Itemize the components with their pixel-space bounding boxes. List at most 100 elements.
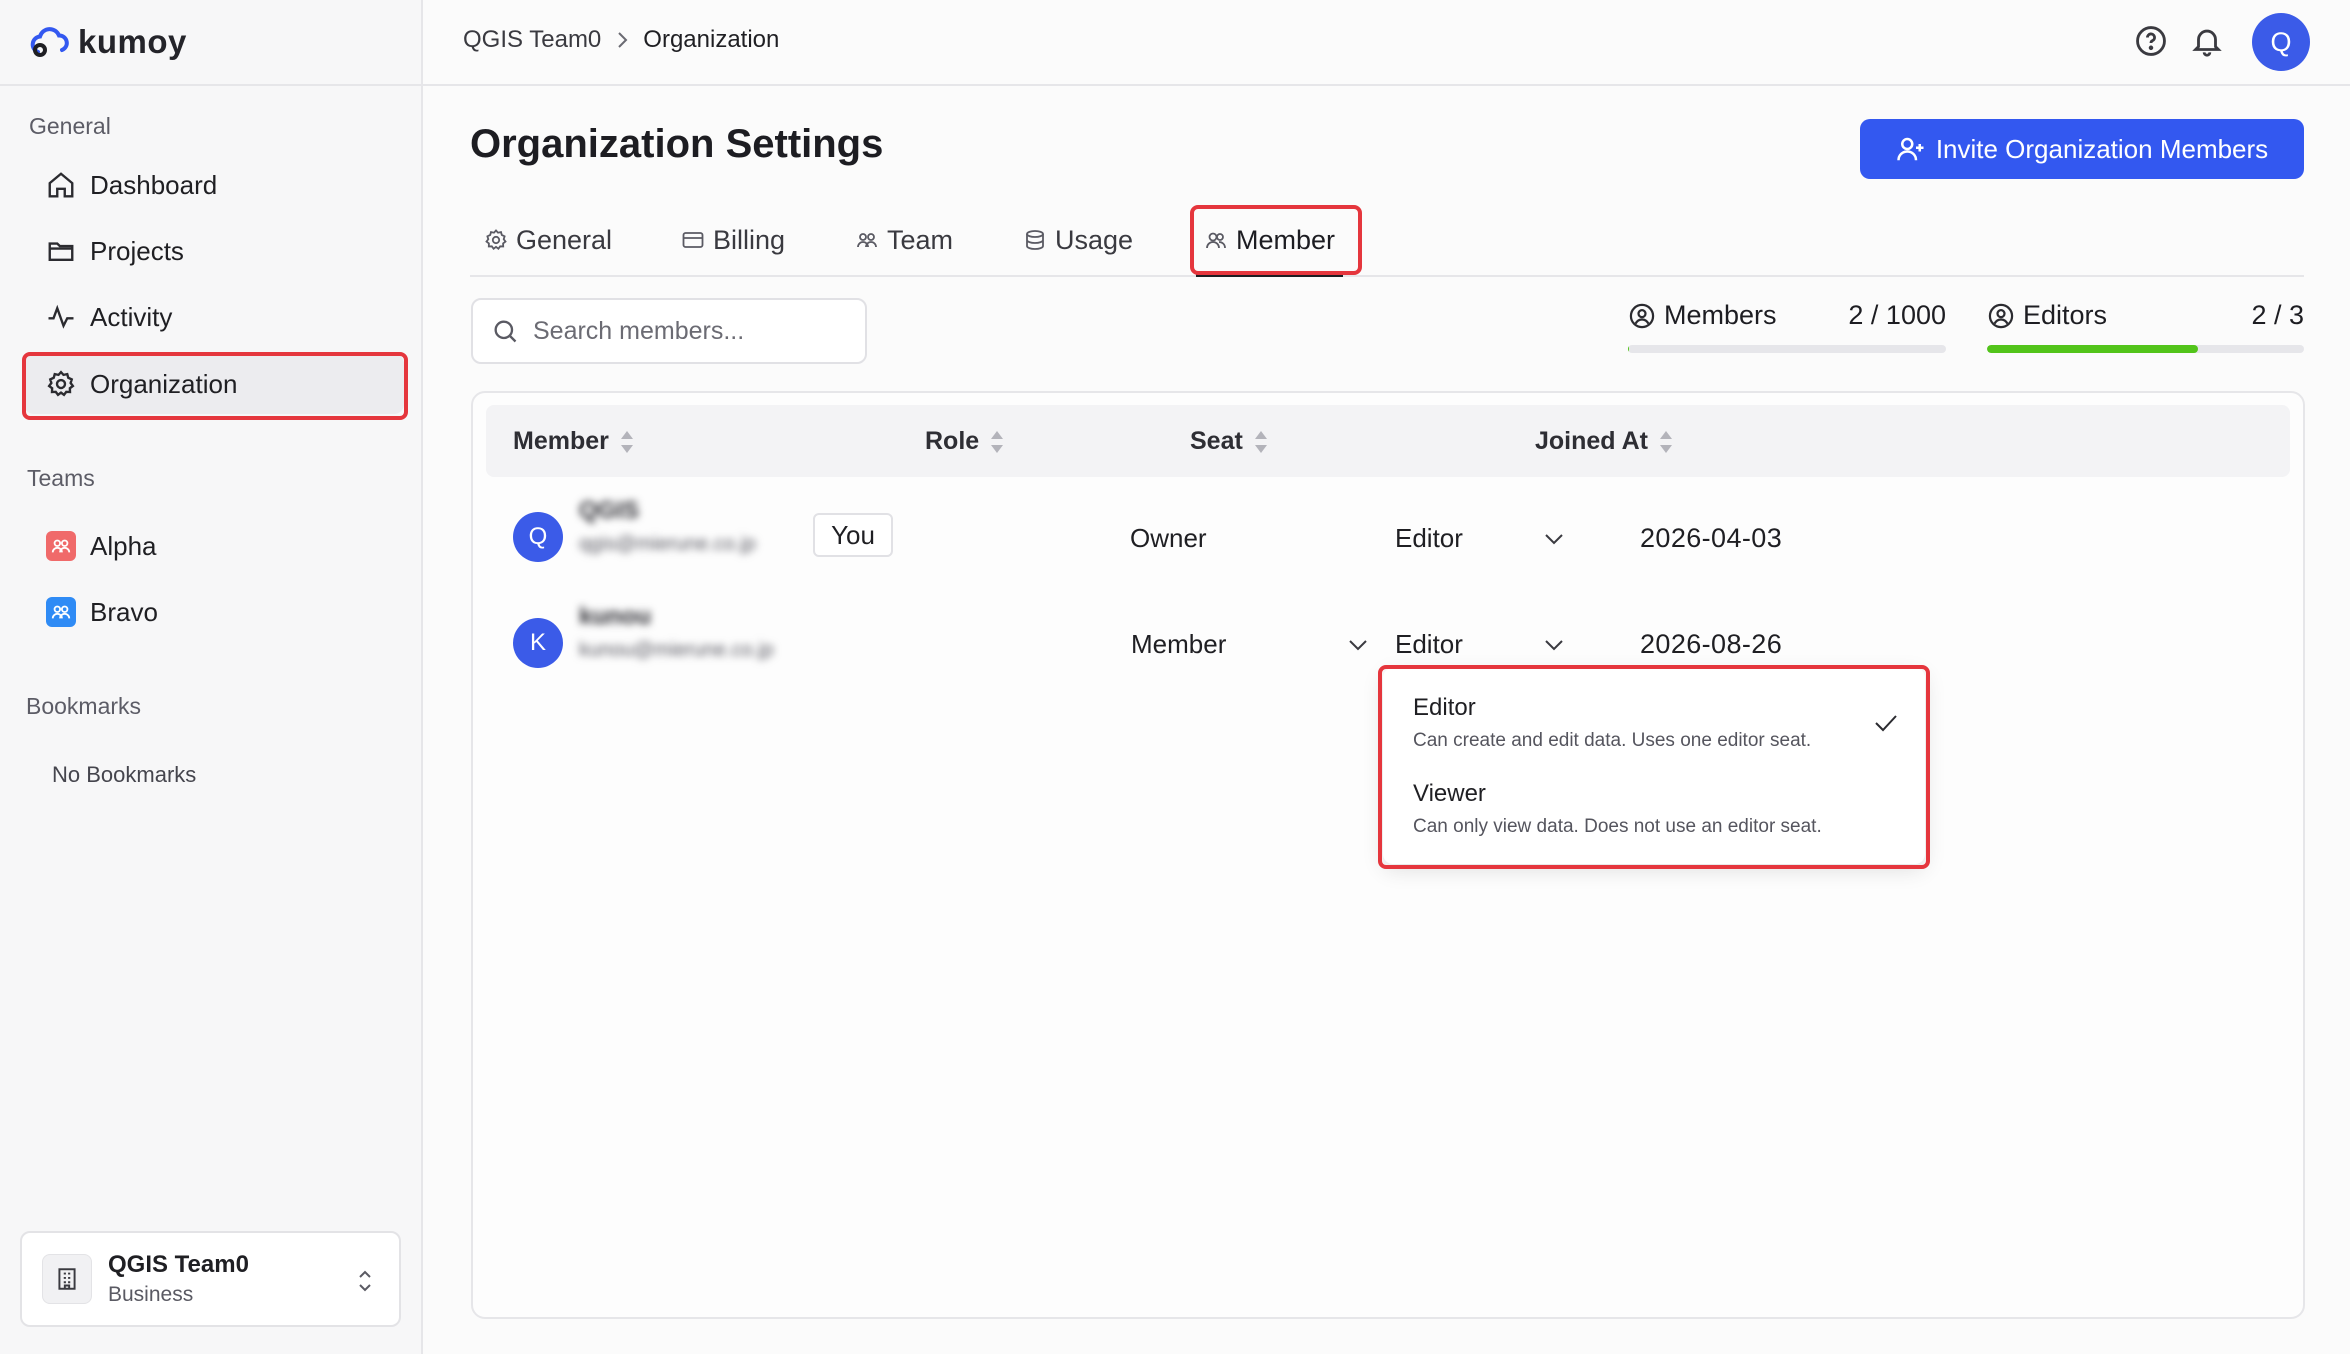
user-circle-icon xyxy=(1988,303,2014,328)
option-title: Viewer xyxy=(1413,780,1486,807)
settings-tabs: General Billing Team Usage Member xyxy=(470,205,2304,277)
team-bravo-icon xyxy=(46,597,76,627)
column-header-member[interactable]: Member xyxy=(513,427,635,456)
search-field[interactable] xyxy=(471,298,867,364)
members-progress-bar xyxy=(1628,345,1946,353)
cloud-logo-icon xyxy=(30,27,69,57)
tab-label: Usage xyxy=(1055,224,1134,255)
column-header-role[interactable]: Role xyxy=(925,427,1005,456)
user-plus-icon xyxy=(1897,137,1924,161)
sort-icon xyxy=(1659,430,1672,453)
tab-label: General xyxy=(516,224,613,255)
sidebar-divider xyxy=(0,84,421,86)
table-row: Q QGIS qgis@mierune.co.jp You Owner Edit… xyxy=(473,487,2303,587)
member-email: qgis@mierune.co.jp xyxy=(579,533,757,555)
credit-card-icon xyxy=(682,232,704,248)
team-alpha-icon xyxy=(46,531,76,561)
sidebar-item-projects[interactable]: Projects xyxy=(24,221,404,281)
sidebar-team-bravo[interactable]: Bravo xyxy=(24,582,404,642)
role-select-value[interactable]: Member xyxy=(1131,629,1226,660)
member-name: QGIS xyxy=(579,497,640,524)
chevron-down-icon[interactable] xyxy=(1542,529,1566,549)
kumoy-logo[interactable]: kumoy xyxy=(28,18,187,66)
user-circle-icon xyxy=(1629,303,1655,328)
invite-members-button[interactable]: Invite Organization Members xyxy=(1860,119,2304,179)
sidebar-item-activity[interactable]: Activity xyxy=(24,287,404,347)
topbar: QGIS Team0 Organization xyxy=(423,0,2350,86)
member-avatar: K xyxy=(513,618,563,668)
search-input[interactable] xyxy=(533,316,833,346)
tab-billing[interactable]: Billing xyxy=(681,205,785,275)
home-icon xyxy=(48,172,74,198)
member-name: kunou xyxy=(579,603,651,630)
workspace-plan: Business xyxy=(108,1283,194,1306)
editors-stat-value: 2 / 3 xyxy=(2251,300,2304,330)
logo-text: kumoy xyxy=(78,23,187,60)
section-label-bookmarks: Bookmarks xyxy=(26,693,142,719)
section-label-teams: Teams xyxy=(27,465,95,491)
section-label-general: General xyxy=(29,113,111,139)
option-description: Can create and edit data. Uses one edito… xyxy=(1413,730,1812,751)
sort-icon xyxy=(991,430,1004,453)
seat-select-value[interactable]: Editor xyxy=(1395,629,1463,660)
sidebar-item-label: Bravo xyxy=(90,596,158,627)
joined-date: 2026-08-26 xyxy=(1640,629,1783,659)
database-icon xyxy=(1026,230,1044,250)
user-avatar[interactable]: Q xyxy=(2252,13,2310,71)
tab-label: Member xyxy=(1236,224,1336,255)
building-icon xyxy=(42,1254,92,1304)
members-stat-label: Members xyxy=(1664,300,1777,330)
sidebar-item-label: Organization xyxy=(90,368,238,399)
breadcrumb-item-current: Organization xyxy=(643,26,780,53)
chevron-down-icon[interactable] xyxy=(1346,635,1370,655)
check-icon xyxy=(1873,712,1899,734)
workspace-switcher[interactable]: QGIS Team0 Business xyxy=(20,1231,401,1327)
sidebar-item-label: Activity xyxy=(90,301,173,332)
sidebar-item-dashboard[interactable]: Dashboard xyxy=(24,155,404,215)
tab-label: Billing xyxy=(713,224,786,255)
workspace-name: QGIS Team0 xyxy=(108,1251,249,1278)
folder-icon xyxy=(48,242,74,261)
invite-button-label: Invite Organization Members xyxy=(1935,133,2269,164)
chevron-up-down-icon xyxy=(353,1265,377,1297)
search-icon xyxy=(494,320,517,343)
table-header: Member Role Seat Joined At xyxy=(486,405,2290,477)
chevron-right-icon xyxy=(618,32,628,48)
page-title: Organization Settings xyxy=(470,122,884,166)
seat-dropdown-menu: Editor Can create and edit data. Uses on… xyxy=(1383,668,1925,864)
breadcrumb: QGIS Team0 Organization xyxy=(463,26,779,54)
editors-stat-label: Editors xyxy=(2023,300,2108,330)
option-description: Can only view data. Does not use an edit… xyxy=(1413,816,1822,837)
tab-team[interactable]: Team xyxy=(855,205,953,275)
seat-select-value[interactable]: Editor xyxy=(1395,523,1463,554)
member-email: kunou@mierune.co.jp xyxy=(579,639,774,661)
member-role: Owner xyxy=(1130,523,1207,553)
seat-option-editor[interactable]: Editor Can create and edit data. Uses on… xyxy=(1413,694,1811,752)
sidebar-item-label: Dashboard xyxy=(90,169,218,200)
no-bookmarks-text: No Bookmarks xyxy=(52,762,197,787)
sidebar-team-alpha[interactable]: Alpha xyxy=(24,516,404,576)
chevron-down-icon[interactable] xyxy=(1542,635,1566,655)
gear-icon xyxy=(47,370,75,397)
bell-icon[interactable] xyxy=(2190,24,2226,60)
editors-progress-fill xyxy=(1987,345,2199,353)
tab-general[interactable]: General xyxy=(484,205,612,275)
tab-member[interactable]: Member xyxy=(1195,205,1344,277)
sort-icon xyxy=(1254,430,1267,453)
column-header-seat[interactable]: Seat xyxy=(1190,427,1269,456)
members-stat: Members 2 / 1000 xyxy=(1628,300,1946,360)
member-avatar: Q xyxy=(513,512,563,562)
members-stat-value: 2 / 1000 xyxy=(1848,300,1946,330)
column-header-joined[interactable]: Joined At xyxy=(1535,427,1674,456)
help-icon[interactable] xyxy=(2134,24,2170,60)
sidebar: kumoy General Dashboard Projects Activit… xyxy=(0,0,423,1354)
breadcrumb-item-team[interactable]: QGIS Team0 xyxy=(463,26,601,54)
users-icon xyxy=(857,233,877,248)
seat-option-viewer[interactable]: Viewer Can only view data. Does not use … xyxy=(1413,780,1822,838)
sidebar-item-label: Alpha xyxy=(90,530,157,561)
tab-label: Team xyxy=(887,224,954,255)
sidebar-item-organization[interactable]: Organization xyxy=(24,354,404,414)
option-title: Editor xyxy=(1413,694,1476,721)
joined-date: 2026-04-03 xyxy=(1640,523,1783,553)
tab-usage[interactable]: Usage xyxy=(1023,205,1133,275)
